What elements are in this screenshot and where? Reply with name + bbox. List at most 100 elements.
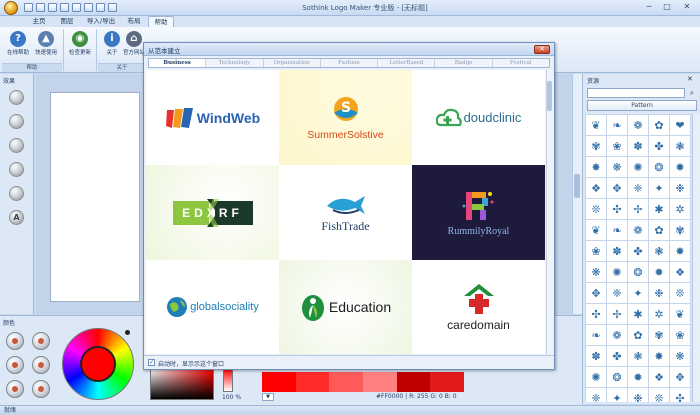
pattern-thumbnail[interactable]: ✣	[586, 304, 606, 324]
tab-letterbased[interactable]: LetterBased	[378, 59, 436, 67]
palette-swatch[interactable]	[396, 372, 431, 392]
pattern-thumbnail[interactable]: ✱	[649, 199, 669, 219]
logo-template-globalsociality[interactable]: globalsociality	[146, 260, 279, 354]
tab-technology[interactable]: Technology	[206, 59, 264, 67]
pattern-thumbnail[interactable]: ❤	[670, 115, 690, 135]
fill-style-button[interactable]	[6, 332, 24, 350]
pattern-thumbnail[interactable]: ✢	[628, 199, 648, 219]
pattern-thumbnail[interactable]: ✿	[628, 325, 648, 345]
pattern-thumbnail[interactable]: ✥	[586, 283, 606, 303]
logo-template-education[interactable]: Education	[279, 260, 412, 354]
palette-swatch[interactable]	[430, 372, 465, 392]
fill-style-button[interactable]	[6, 356, 24, 374]
resource-search-input[interactable]	[587, 88, 685, 98]
effect-button[interactable]	[9, 114, 24, 129]
fill-style-button[interactable]	[32, 356, 50, 374]
pattern-thumbnail[interactable]: ✸	[586, 157, 606, 177]
fill-style-button[interactable]	[32, 332, 50, 350]
dialog-close-button[interactable]: ✕	[534, 45, 550, 54]
pattern-thumbnail[interactable]: ✽	[628, 136, 648, 156]
pattern-thumbnail[interactable]: ✹	[649, 262, 669, 282]
pattern-thumbnail[interactable]: ❋	[586, 262, 606, 282]
pattern-thumbnail[interactable]: ✽	[607, 241, 627, 261]
panel-close-icon[interactable]: ✕	[687, 75, 693, 83]
pattern-thumbnail[interactable]: ✹	[628, 367, 648, 387]
tab-layout[interactable]: 布局	[122, 16, 146, 27]
pattern-thumbnail[interactable]: ❦	[586, 220, 606, 240]
pattern-thumbnail[interactable]: ❂	[628, 262, 648, 282]
pattern-thumbnail[interactable]: ❈	[607, 283, 627, 303]
tab-layers[interactable]: 图层	[54, 16, 80, 27]
pattern-thumbnail[interactable]: ✹	[670, 157, 690, 177]
pattern-thumbnail[interactable]: ✤	[607, 346, 627, 366]
new-file-icon[interactable]	[24, 3, 33, 12]
logo-template-fishtrade[interactable]: FishTrade	[279, 165, 412, 260]
pattern-thumbnail[interactable]: ✿	[649, 220, 669, 240]
canvas-scroll-thumb[interactable]	[574, 174, 580, 198]
pattern-thumbnail[interactable]: ❃	[628, 346, 648, 366]
canvas[interactable]	[50, 92, 140, 302]
effect-button[interactable]	[9, 90, 24, 105]
logo-template-summersolstive[interactable]: S SummerSolstive	[279, 70, 412, 165]
palette-swatch[interactable]	[363, 372, 397, 392]
alpha-slider[interactable]	[223, 368, 233, 392]
pattern-thumbnail[interactable]: ❃	[670, 136, 690, 156]
chevron-down-icon[interactable]: ▼	[262, 393, 274, 401]
pattern-thumbnail[interactable]: ✥	[670, 367, 690, 387]
app-menu-button[interactable]	[4, 1, 18, 15]
pattern-thumbnail[interactable]: ✱	[628, 304, 648, 324]
pattern-thumbnail[interactable]: ✦	[649, 178, 669, 198]
text-effect-button[interactable]: A	[9, 210, 24, 225]
pattern-thumbnail[interactable]: ✸	[649, 346, 669, 366]
fill-style-button[interactable]	[6, 380, 24, 398]
save-icon[interactable]	[48, 3, 57, 12]
pattern-thumbnail[interactable]: ❖	[649, 367, 669, 387]
pattern-thumbnail[interactable]: ✲	[670, 199, 690, 219]
close-button[interactable]: ✕	[680, 2, 694, 13]
tab-help[interactable]: 帮助	[148, 16, 174, 27]
pattern-thumbnail[interactable]: ❈	[586, 388, 606, 402]
pattern-thumbnail[interactable]: ✽	[586, 346, 606, 366]
pattern-thumbnail[interactable]: ❉	[670, 178, 690, 198]
pattern-thumbnail[interactable]: ❀	[586, 241, 606, 261]
r-value[interactable]: 255	[417, 393, 428, 400]
pattern-thumbnail[interactable]: ❊	[670, 283, 690, 303]
pattern-thumbnail[interactable]: ✺	[586, 367, 606, 387]
pattern-thumbnail[interactable]: ❃	[649, 241, 669, 261]
tab-business[interactable]: Business	[149, 59, 207, 67]
pattern-thumbnail[interactable]: ❂	[607, 367, 627, 387]
saturation-brightness-picker[interactable]	[150, 368, 214, 400]
print-icon[interactable]	[84, 3, 93, 12]
pattern-thumbnail[interactable]: ✣	[607, 199, 627, 219]
quick-start-button[interactable]: ▲ 快速使用	[32, 29, 60, 63]
tab-organization[interactable]: Organization	[264, 59, 321, 67]
palette-swatch[interactable]	[295, 372, 330, 392]
show-on-startup-checkbox[interactable]: ✓	[148, 359, 155, 366]
undo-icon[interactable]	[96, 3, 105, 12]
pattern-thumbnail[interactable]: ✦	[607, 388, 627, 402]
logo-template-doudclinic[interactable]: doudclinic	[412, 70, 545, 165]
effect-button[interactable]	[9, 162, 24, 177]
pattern-thumbnail[interactable]: ✣	[670, 388, 690, 402]
open-file-icon[interactable]	[36, 3, 45, 12]
pattern-thumbnail[interactable]: ❀	[670, 325, 690, 345]
color-wheel-marker[interactable]	[125, 330, 130, 335]
template-scrollbar[interactable]	[546, 70, 553, 354]
pattern-thumbnail[interactable]: ❁	[628, 220, 648, 240]
online-help-button[interactable]: ? 在线帮助	[4, 29, 32, 63]
pattern-thumbnail[interactable]: ✥	[607, 178, 627, 198]
pattern-thumbnail[interactable]: ✦	[628, 283, 648, 303]
check-update-button[interactable]: ◉ 检查更新	[66, 29, 94, 63]
logo-template-caredomain[interactable]: caredomain	[412, 260, 545, 354]
pattern-thumbnail[interactable]: ✿	[649, 115, 669, 135]
minimize-button[interactable]: ─	[642, 2, 656, 13]
maximize-button[interactable]: □	[660, 2, 674, 13]
redo-icon[interactable]	[108, 3, 117, 12]
pattern-thumbnail[interactable]: ❊	[586, 199, 606, 219]
pattern-thumbnail[interactable]: ✤	[628, 241, 648, 261]
pattern-thumbnail[interactable]: ✢	[607, 304, 627, 324]
pattern-thumbnail[interactable]: ❉	[649, 283, 669, 303]
search-icon[interactable]: ⌕	[687, 88, 697, 98]
pattern-thumbnail[interactable]: ❖	[586, 178, 606, 198]
pattern-thumbnail[interactable]: ❉	[628, 388, 648, 402]
